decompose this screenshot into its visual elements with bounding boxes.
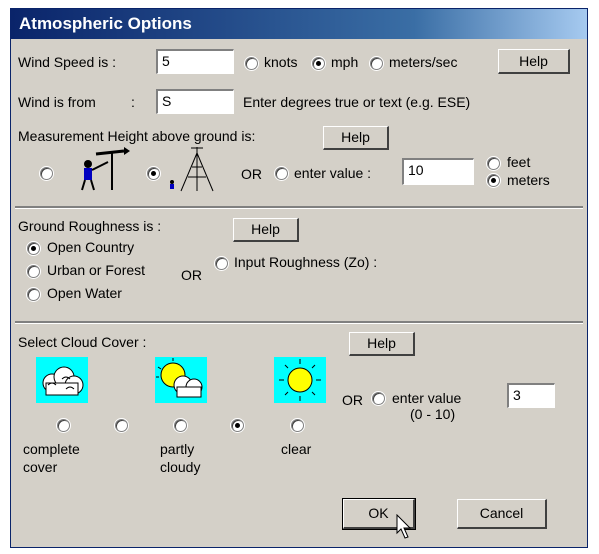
partly-cloudy-label-2: cloudy (160, 459, 201, 475)
meters-label: meters (507, 172, 550, 188)
cloud-cover-radio-1[interactable] (115, 419, 128, 432)
cloud-range-label: (0 - 10) (410, 406, 456, 422)
complete-cover-label-2: cover (23, 459, 58, 475)
partly-cloudy-label-1: partly (160, 441, 195, 457)
cloud-cover-radio-2[interactable] (174, 419, 187, 432)
cloud-cover-label: Select Cloud Cover : (18, 334, 147, 350)
open-water-label: Open Water (47, 285, 122, 301)
wind-speed-label: Wind Speed is : (18, 54, 117, 70)
height-value-input[interactable]: 10 (402, 158, 474, 185)
urban-forest-radio[interactable] (27, 265, 40, 278)
tower-anemometer-icon (170, 147, 214, 192)
mph-label: mph (331, 54, 359, 70)
tower-height-radio[interactable] (147, 167, 160, 180)
roughness-or-label: OR (181, 267, 202, 283)
separator-2 (15, 321, 583, 324)
cancel-button[interactable]: Cancel (457, 499, 547, 529)
wind-direction-input[interactable]: S (156, 89, 234, 114)
cloud-cover-radio-0[interactable] (57, 419, 70, 432)
complete-cover-cloud-icon (36, 357, 88, 403)
cloud-or-label: OR (342, 392, 363, 408)
height-or-label: OR (241, 166, 262, 182)
ground-roughness-label: Ground Roughness is : (18, 218, 162, 234)
meters-per-sec-radio[interactable] (370, 57, 383, 70)
wind-help-button[interactable]: Help (498, 49, 570, 74)
open-country-label: Open Country (47, 239, 135, 255)
separator-1 (15, 206, 583, 209)
open-water-radio[interactable] (27, 288, 40, 301)
cloud-help-button[interactable]: Help (349, 332, 415, 356)
wind-from-colon: : (131, 94, 135, 110)
partly-cloudy-icon (155, 357, 207, 403)
window-title: Atmospheric Options (19, 14, 192, 33)
wind-from-label: Wind is from (18, 94, 96, 110)
meters-radio[interactable] (487, 174, 500, 187)
roughness-help-button[interactable]: Help (233, 218, 299, 242)
height-enter-value-radio[interactable] (275, 167, 288, 180)
feet-radio[interactable] (487, 157, 500, 170)
wind-direction-hint: Enter degrees true or text (e.g. ESE) (243, 94, 471, 110)
knots-label: knots (264, 54, 298, 70)
title-bar[interactable]: Atmospheric Options (11, 9, 587, 39)
input-roughness-label: Input Roughness (Zo) : (234, 254, 378, 270)
mouse-cursor-icon (396, 514, 412, 539)
urban-forest-label: Urban or Forest (47, 262, 146, 278)
person-height-radio[interactable] (40, 167, 53, 180)
cloud-value-input[interactable]: 3 (507, 383, 555, 408)
input-roughness-radio[interactable] (215, 257, 228, 270)
wind-speed-input[interactable]: 5 (156, 49, 234, 74)
atmospheric-options-dialog: Atmospheric Options Wind Speed is : 5 kn… (10, 8, 588, 548)
complete-cover-label-1: complete (23, 441, 80, 457)
cloud-enter-value-radio[interactable] (372, 392, 385, 405)
mph-radio[interactable] (312, 57, 325, 70)
height-help-button[interactable]: Help (323, 126, 389, 150)
meters-per-sec-label: meters/sec (389, 54, 458, 70)
cloud-cover-radio-3[interactable] (231, 419, 244, 432)
person-anemometer-icon (81, 147, 130, 191)
cloud-enter-value-label: enter value (392, 390, 462, 406)
measurement-height-label: Measurement Height above ground is: (18, 128, 256, 144)
knots-radio[interactable] (245, 57, 258, 70)
height-enter-value-label: enter value : (294, 165, 372, 181)
clear-sun-icon (274, 357, 326, 403)
feet-label: feet (507, 154, 531, 170)
open-country-radio[interactable] (27, 242, 40, 255)
cloud-cover-radio-4[interactable] (291, 419, 304, 432)
clear-label: clear (281, 441, 312, 457)
